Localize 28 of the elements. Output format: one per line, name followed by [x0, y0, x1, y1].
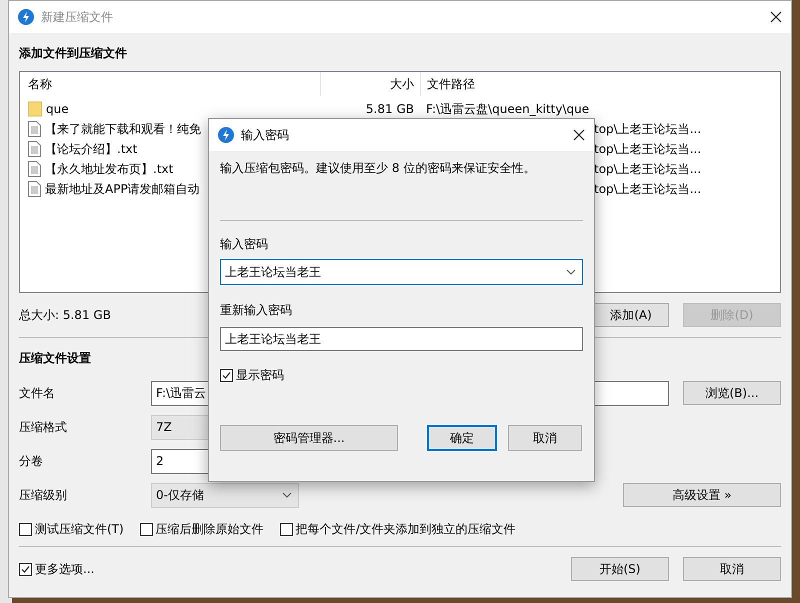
file-path: F:\迅雷云盘\queen_kitty\que	[426, 102, 590, 116]
file-size: 5.81 GB	[366, 102, 414, 116]
section-heading: 添加文件到压缩文件	[19, 45, 128, 61]
file-name: 【论坛介绍】.txt	[45, 140, 138, 158]
field-label: 重新输入密码	[220, 302, 293, 318]
field-label: 压缩级别	[19, 486, 68, 504]
checkbox-label: 压缩后删除原始文件	[156, 520, 264, 538]
checkbox-label: 更多选项...	[35, 560, 94, 578]
field-label: 分卷	[19, 452, 44, 470]
file-name: 【永久地址发布页】.txt	[45, 160, 174, 178]
file-path: top\上老王论坛当...	[594, 182, 702, 196]
total-size: 总大小: 5.81 GB	[19, 306, 111, 324]
checkbox-label: 把每个文件/文件夹添加到独立的压缩文件	[296, 520, 516, 538]
field-label: 输入密码	[220, 236, 269, 252]
field-label: 压缩格式	[19, 418, 68, 436]
file-path: top\上老王论坛当...	[594, 162, 702, 176]
section-heading: 压缩文件设置	[19, 350, 92, 366]
dialog-title: 输入密码	[241, 126, 290, 144]
dialog-message: 输入压缩包密码。建议使用至少 8 位的密码来保证安全性。	[220, 160, 536, 177]
field-label: 文件名	[19, 384, 56, 402]
checkbox-label: 测试压缩文件(T)	[35, 520, 124, 538]
file-name: 【来了就能下载和观看！纯免	[45, 120, 201, 138]
file-path: top\上老王论坛当...	[594, 122, 702, 136]
checkbox-label: 显示密码	[236, 366, 284, 384]
file-name: que	[46, 102, 69, 116]
window-title: 新建压缩文件	[41, 8, 114, 26]
file-name: 最新地址及APP请发邮箱自动	[45, 180, 200, 198]
file-path: top\上老王论坛当...	[594, 142, 702, 156]
